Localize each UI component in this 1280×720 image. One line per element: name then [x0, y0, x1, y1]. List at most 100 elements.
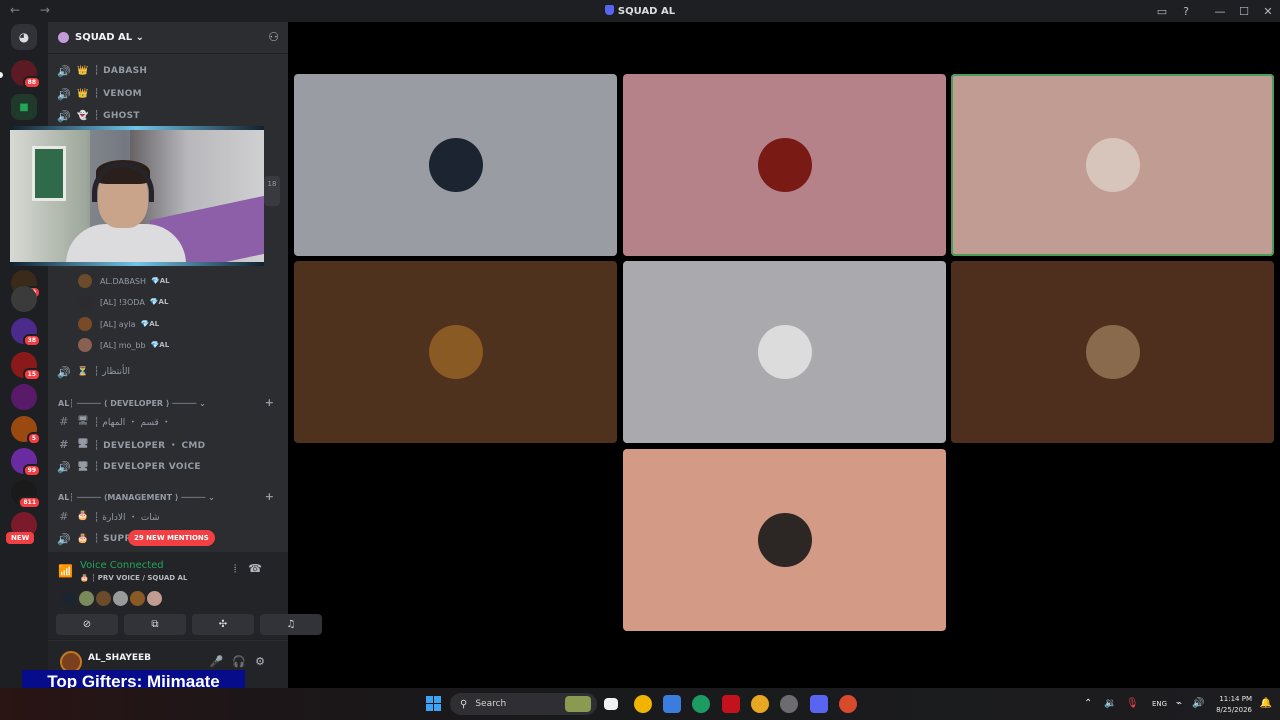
category-developer[interactable]: AL┆ ───── ⟨ DEVELOPER ⟩ ───── ⌄ + — [58, 396, 282, 410]
voice-status[interactable]: Voice Connected — [80, 560, 164, 571]
username[interactable]: AL_SHAYEEB — [88, 653, 151, 663]
participant-avatar — [1085, 325, 1140, 379]
voice-channel[interactable]: 🔊 🖥 ┆ DEVELOPER VOICE — [56, 457, 282, 477]
network-icon[interactable]: ⌁ — [1176, 698, 1182, 709]
server-icon[interactable] — [11, 286, 37, 312]
server-name: SQUAD AL ⌄ — [75, 32, 145, 43]
participant-tile[interactable] — [294, 74, 617, 256]
copilot-icon[interactable] — [634, 695, 652, 713]
gear-icon[interactable]: ⚙ — [255, 655, 274, 668]
server-icon[interactable] — [11, 384, 37, 410]
mention-badge: 811 — [18, 496, 41, 509]
participant-avatar — [757, 513, 812, 567]
server-header[interactable]: SQUAD AL ⌄ ⚇ — [48, 22, 288, 54]
new-unreads-badge[interactable]: NEW — [6, 532, 35, 544]
search-highlight-image — [565, 696, 591, 712]
maximize-button[interactable]: ☐ — [1232, 0, 1256, 22]
taskbar-search[interactable]: ⚲ Search — [450, 693, 597, 715]
server-icon[interactable]: 99 — [11, 448, 41, 477]
inbox-icon[interactable]: ▭ — [1150, 0, 1174, 22]
webcam-overlay — [10, 126, 264, 266]
chrome-icon[interactable] — [839, 695, 857, 713]
server-icon — [58, 32, 69, 43]
discord-taskbar-icon[interactable] — [810, 695, 828, 713]
discord-home-icon[interactable]: ◕ — [11, 24, 37, 50]
netflix-icon[interactable] — [722, 695, 740, 713]
participant-tile[interactable] — [294, 261, 617, 443]
avatar — [78, 317, 92, 331]
participant-avatar — [428, 325, 483, 379]
minimize-button[interactable]: — — [1208, 0, 1232, 22]
create-channel-icon[interactable]: + — [265, 396, 274, 409]
voice-channel-waiting[interactable]: 🔊 ⏳ ┆ الأنتظار — [56, 362, 282, 382]
screen-share-icon: ⧉ — [151, 619, 159, 630]
voice-participants — [62, 591, 162, 606]
app-icon[interactable] — [780, 695, 798, 713]
screen-share-button[interactable]: ⧉ — [124, 614, 186, 635]
avatar[interactable] — [130, 591, 145, 606]
webcam-frame — [10, 262, 264, 266]
participant-tile[interactable] — [951, 261, 1274, 443]
activities-button[interactable]: ✣ — [192, 614, 254, 635]
folder-icon[interactable]: ■ — [11, 94, 37, 120]
user-limit-count: 18 — [264, 176, 280, 206]
activities-icon: ✣ — [218, 619, 228, 630]
signal-icon[interactable]: 📶 — [58, 564, 73, 578]
text-channel[interactable]: # 🖥 ┆ قسم ・ المهام ・ — [56, 411, 282, 431]
clock[interactable]: 11:14 PM 8/25/2026 — [1216, 694, 1252, 716]
speaker-icon[interactable]: 🔊 — [1192, 698, 1204, 709]
text-channel[interactable]: # 🎂 ┆ شات ・ الادارة — [56, 506, 282, 526]
task-view-icon[interactable] — [604, 698, 618, 710]
participant-tile[interactable] — [951, 74, 1274, 256]
voice-channel-name[interactable]: 🎂 ┆ PRV VOICE / SQUAD AL — [80, 574, 187, 582]
soundboard-button[interactable]: ♫ — [260, 614, 322, 635]
microphone-icon[interactable]: 🎤 — [210, 655, 233, 668]
avatar[interactable] — [96, 591, 111, 606]
headphones-icon[interactable]: 🎧 — [232, 655, 255, 668]
participant-tile[interactable] — [623, 261, 946, 443]
server-icon[interactable]: 5 — [11, 416, 41, 445]
participant-tile[interactable] — [623, 74, 946, 256]
noise-suppression-icon[interactable]: ⦙ — [234, 562, 248, 575]
voice-channel[interactable]: 🔊 👑 ┆ VENOM — [56, 84, 282, 104]
edge-icon[interactable] — [692, 695, 710, 713]
avatar[interactable] — [79, 591, 94, 606]
mention-badge: 99 — [22, 464, 41, 477]
avatar — [78, 338, 92, 352]
avatar[interactable] — [62, 591, 77, 606]
new-mentions-pill[interactable]: 29 NEW MENTIONS — [128, 530, 215, 546]
notification-icon[interactable]: 🔔 — [1260, 698, 1272, 709]
help-icon[interactable]: ? — [1174, 0, 1198, 22]
avatar[interactable] — [147, 591, 162, 606]
chevron-up-icon[interactable]: ⌃ — [1084, 698, 1092, 709]
microphone-icon[interactable]: 🎙 — [1126, 698, 1139, 709]
hashtag-icon: # — [59, 509, 69, 523]
avatar[interactable] — [113, 591, 128, 606]
volume-icon[interactable]: 🔉 — [1104, 698, 1116, 709]
voice-user[interactable]: AL.DABASH 💎AL — [78, 272, 170, 290]
voice-channel[interactable]: 🔊 👑 ┆ DABASH — [56, 61, 282, 81]
voice-user[interactable]: [AL] !3ODA 💎AL — [78, 293, 168, 311]
disconnect-icon[interactable]: ☎ — [248, 562, 274, 575]
server-icon[interactable]: 15 — [11, 352, 41, 381]
webcam-person-body — [66, 224, 186, 266]
create-channel-icon[interactable]: + — [265, 490, 274, 503]
text-channel[interactable]: # 🖥 ┆ DEVELOPER ・ CMD — [56, 434, 282, 454]
close-button[interactable]: ✕ — [1256, 0, 1280, 22]
voice-channel[interactable]: 🔊 👻 ┆ GHOST — [56, 106, 282, 126]
voice-connection-panel: 📶 Voice Connected 🎂 ┆ PRV VOICE / SQUAD … — [48, 552, 322, 640]
participant-tile[interactable] — [623, 449, 946, 631]
server-icon[interactable]: 811 — [11, 480, 41, 509]
webcam-frame — [10, 126, 264, 130]
server-icon[interactable]: 38 — [11, 318, 41, 347]
windows-start-icon[interactable] — [426, 696, 441, 711]
invite-people-icon[interactable]: ⚇ — [268, 30, 279, 44]
store-icon[interactable] — [663, 695, 681, 713]
voice-user[interactable]: [AL] ayla 💎AL — [78, 315, 159, 333]
category-management[interactable]: AL┆ ───── ⟨MANAGEMENT ⟩ ───── ⌄ + — [58, 490, 282, 504]
chrome-icon[interactable] — [751, 695, 769, 713]
language-indicator[interactable]: ENG — [1152, 700, 1167, 708]
camera-off-button[interactable]: ⊘ — [56, 614, 118, 635]
server-icon[interactable]: 88 — [11, 60, 41, 89]
voice-user[interactable]: [AL] mo_bb 💎AL — [78, 336, 169, 354]
